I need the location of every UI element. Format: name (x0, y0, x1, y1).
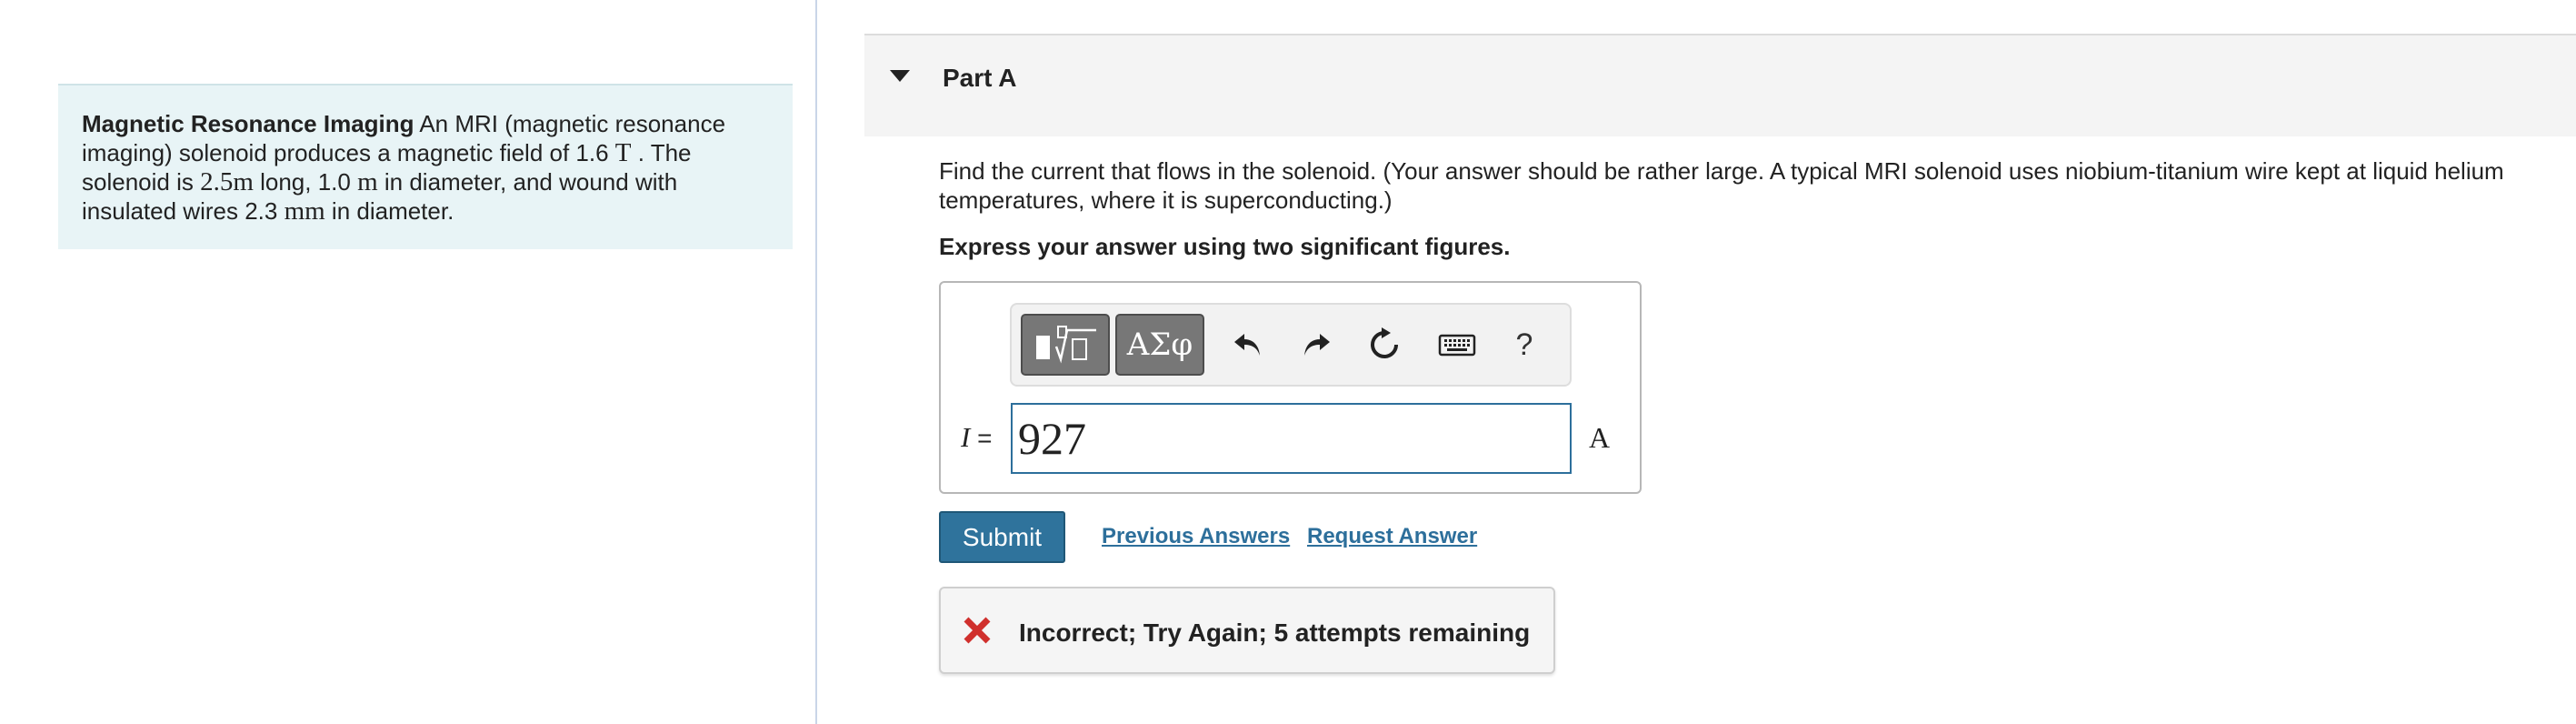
equals-sign: = (977, 424, 993, 452)
previous-answers-link[interactable]: Previous Answers (1102, 524, 1290, 549)
request-answer-link[interactable]: Request Answer (1307, 524, 1477, 549)
keyboard-icon (1438, 334, 1476, 357)
caret-down-icon[interactable] (890, 70, 910, 82)
undo-icon (1234, 334, 1260, 356)
unit-tesla: T (614, 138, 632, 167)
answer-instruction: Express your answer using two significan… (939, 233, 1511, 260)
variable-symbol: I (961, 421, 971, 453)
problem-intro: Magnetic Resonance Imaging An MRI (magne… (58, 84, 793, 249)
intro-text: in diameter. (324, 197, 454, 225)
submit-button[interactable]: Submit (939, 511, 1065, 563)
page: Magnetic Resonance Imaging An MRI (magne… (0, 0, 2576, 724)
feedback-text: Incorrect; Try Again; 5 attempts remaini… (1019, 618, 1531, 647)
answer-box: ΑΣφ ? I = 927 A (939, 281, 1642, 494)
help-button[interactable]: ? (1503, 323, 1546, 367)
reset-icon (1371, 327, 1398, 358)
intro-text: long, 1.0 (253, 168, 358, 196)
part-title: Part A (943, 64, 1017, 92)
keyboard-button[interactable] (1435, 323, 1479, 367)
templates-icon (1036, 326, 1096, 364)
undo-button[interactable] (1226, 323, 1270, 367)
answer-unit: A (1589, 421, 1611, 454)
x-icon (964, 617, 991, 644)
redo-icon (1304, 334, 1330, 356)
column-divider (815, 0, 817, 724)
math-toolbar: ΑΣφ ? (1010, 303, 1572, 387)
answer-input[interactable]: 927 (1011, 403, 1572, 474)
redo-button[interactable] (1294, 323, 1338, 367)
reset-button[interactable] (1363, 323, 1406, 367)
feedback-box: Incorrect; Try Again; 5 attempts remaini… (939, 587, 1555, 674)
templates-button[interactable] (1021, 314, 1110, 376)
problem-title: Magnetic Resonance Imaging (82, 110, 414, 137)
answer-variable-label: I = (961, 421, 992, 454)
part-header[interactable]: Part A (864, 34, 2576, 136)
unit-millimeter: mm (284, 196, 325, 226)
greek-symbols-button[interactable]: ΑΣφ (1115, 314, 1204, 376)
solenoid-length: 2.5m (200, 167, 254, 196)
question-text: Find the current that flows in the solen… (939, 157, 2504, 214)
unit-meter: m (357, 167, 378, 196)
